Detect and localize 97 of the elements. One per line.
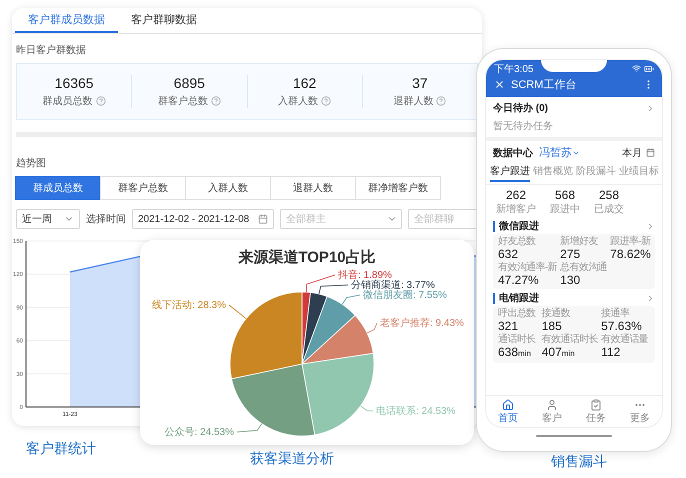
tab[interactable]: 销售概览 <box>533 164 573 182</box>
caption: 客户群统计 <box>26 440 96 458</box>
section-title: 趋势图 <box>16 156 47 170</box>
person-icon <box>546 399 558 411</box>
nav-item[interactable]: 客户 <box>542 399 562 425</box>
chevron-right-icon[interactable] <box>646 104 655 112</box>
calendar-icon <box>258 214 268 224</box>
metric-label: 总有效沟通 <box>560 262 608 273</box>
help-icon[interactable] <box>96 96 106 106</box>
status-time: 下午3:05 <box>494 63 534 76</box>
summary-label: 新增客户 <box>496 202 536 216</box>
metric-tab[interactable]: 群成员总数 <box>15 176 101 200</box>
stat-label: 群客户总数 <box>158 94 208 108</box>
stat-label: 入群人数 <box>278 94 318 108</box>
metric-value: 275 <box>560 247 582 261</box>
tab[interactable]: 业绩目标 <box>619 164 659 182</box>
summary-value: 262 <box>506 188 526 202</box>
metric-value: 638min <box>498 345 532 361</box>
metric-value: 632 <box>498 247 520 261</box>
stat-value: 6895 <box>174 75 205 92</box>
leader-line <box>236 423 262 432</box>
period-label[interactable]: 本月 <box>622 146 642 160</box>
metric-value: 57.63% <box>601 319 643 333</box>
nav-item[interactable]: 任务 <box>586 399 606 425</box>
tab[interactable]: 客户群聊数据 <box>118 8 210 34</box>
chevron-right-icon[interactable] <box>646 294 655 303</box>
metric-label: 通话时长 <box>498 334 537 345</box>
app-title: SCRM工作台 <box>511 78 578 92</box>
metric-value: 407min <box>542 345 576 361</box>
chart-title: 来源渠道TOP10占比 <box>238 249 376 266</box>
leader-line <box>228 304 246 320</box>
section-title: 数据中心 <box>493 146 533 160</box>
summary-label: 已成交 <box>594 202 624 216</box>
section-title: 微信跟进 <box>493 221 539 232</box>
summary-value: 258 <box>598 188 620 202</box>
help-icon[interactable] <box>321 96 332 106</box>
clipboard-icon <box>590 399 602 411</box>
caption: 获客渠道分析 <box>250 450 334 468</box>
owner-select[interactable]: 全部群主 <box>280 209 402 230</box>
slice-label: 公众号: 24.53% <box>164 427 234 438</box>
metric-label: 新增好友 <box>560 236 599 247</box>
metric-label: 接通率 <box>601 308 630 319</box>
empty-message: 暂无待办任务 <box>493 120 554 133</box>
tab[interactable]: 阶段漏斗 <box>576 164 616 182</box>
person-dropdown[interactable]: 冯皙苏 <box>539 145 580 160</box>
stat-value: 162 <box>292 75 316 92</box>
nav-item[interactable]: 首页 <box>498 399 518 425</box>
slice-label: 老客户推荐: 9.43% <box>380 318 464 329</box>
slice-label: 分销商渠道: 3.77% <box>351 280 435 291</box>
field-label: 选择时间 <box>86 212 126 226</box>
stat-value: 16365 <box>54 75 94 92</box>
date-range-field[interactable]: 2021-12-02 - 2021-12-08 <box>132 209 274 230</box>
slice-label: 抖音: 1.89% <box>338 270 392 281</box>
metric-tab[interactable]: 退群人数 <box>270 176 356 200</box>
calendar-icon[interactable] <box>646 148 655 157</box>
metric-value: 130 <box>560 273 582 287</box>
slice-label: 微信朋友圈: 7.55% <box>363 290 447 301</box>
chevron-right-icon[interactable] <box>646 222 655 231</box>
metric-label: 有效通话量 <box>601 334 650 345</box>
slice-label: 电话联系: 24.53% <box>376 406 456 417</box>
metric-label: 呼出总数 <box>498 308 537 319</box>
metric-label: 接通数 <box>542 308 571 319</box>
nav-item[interactable]: 更多 <box>630 399 650 425</box>
tab[interactable]: 客户跟进 <box>490 164 530 182</box>
metric-label: 有效通话时长 <box>542 334 598 345</box>
period-select[interactable]: 近一周 <box>16 209 80 230</box>
metric-tab[interactable]: 群净增客户数 <box>355 176 441 200</box>
metric-value: 112 <box>601 345 622 359</box>
metric-value: 47.27% <box>498 273 540 287</box>
stat-label: 群成员总数 <box>42 94 93 108</box>
summary-label: 跟进中 <box>550 202 580 216</box>
section-title: 电销跟进 <box>493 293 539 304</box>
slice-label: 线下活动: 28.3% <box>152 300 226 311</box>
todo-title: 今日待办 (0) <box>493 102 548 115</box>
wifi-icon <box>632 64 641 73</box>
close-icon[interactable] <box>494 78 505 90</box>
summary-value: 568 <box>554 188 576 202</box>
tab[interactable]: 客户群成员数据 <box>15 8 118 34</box>
caption: 销售漏斗 <box>551 453 607 471</box>
stat-label: 退群人数 <box>393 94 434 108</box>
leader-line <box>360 406 374 412</box>
home-icon <box>502 399 514 411</box>
metric-label: 跟进率-新 <box>610 236 651 247</box>
metric-value: 321 <box>498 319 520 333</box>
metric-label: 有效沟通率-新 <box>498 262 558 273</box>
metric-value: 185 <box>542 319 563 333</box>
metric-tab[interactable]: 群客户总数 <box>100 176 186 200</box>
metric-tab[interactable]: 入群人数 <box>185 176 271 200</box>
battery-icon <box>644 64 654 74</box>
stat-value: 37 <box>412 75 428 92</box>
help-icon[interactable] <box>436 96 446 106</box>
section-title: 昨日客户群数据 <box>16 44 87 58</box>
leader-line <box>366 322 378 334</box>
help-icon[interactable] <box>210 96 221 106</box>
group-select[interactable]: 全部群聊 <box>408 209 478 230</box>
metric-value: 78.62% <box>610 247 651 261</box>
metric-label: 好友总数 <box>498 236 537 247</box>
